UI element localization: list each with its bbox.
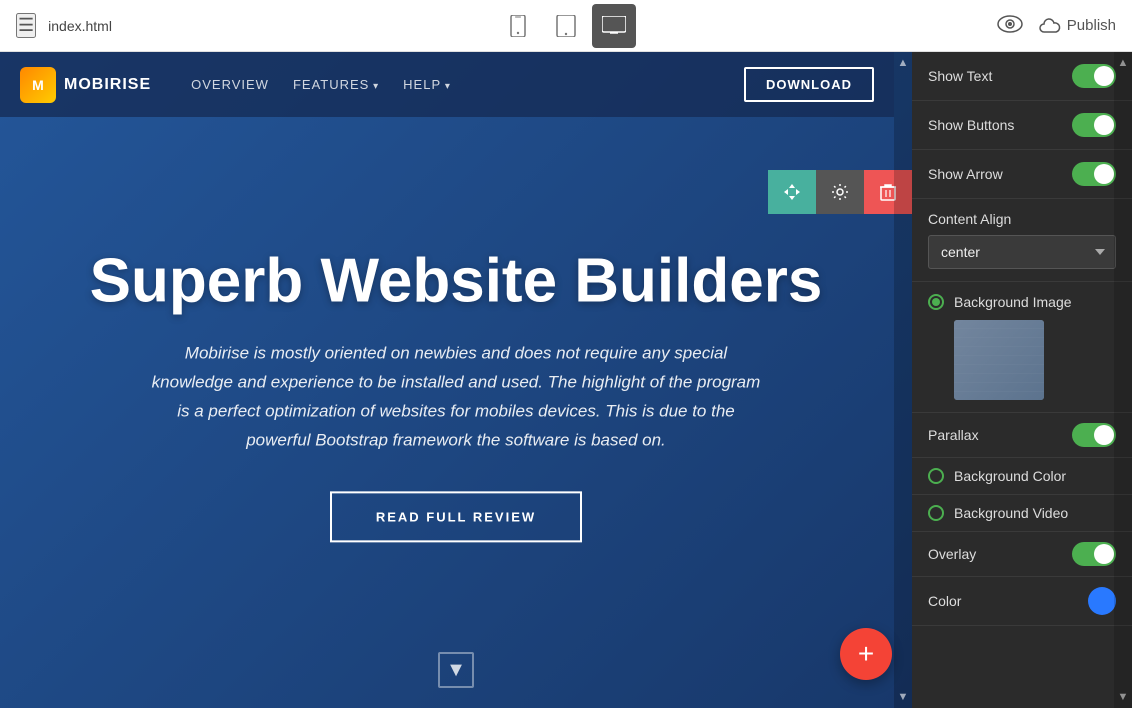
move-icon — [783, 183, 801, 201]
show-text-toggle-thumb — [1094, 66, 1114, 86]
background-video-row: Background Video — [912, 495, 1132, 532]
publish-label: Publish — [1067, 17, 1116, 34]
tablet-view-button[interactable] — [544, 4, 588, 48]
content-align-section: Content Align center left right — [912, 199, 1132, 282]
show-buttons-label: Show Buttons — [928, 117, 1014, 133]
sidebar-scroll-strip: ▲ ▼ — [1114, 52, 1132, 708]
hero-cta-button[interactable]: READ FULL REVIEW — [330, 491, 582, 542]
show-arrow-row: Show Arrow — [912, 150, 1132, 199]
nav-features: FEATURES — [293, 77, 379, 92]
parallax-toggle-track — [1072, 423, 1116, 447]
sidebar-panel: Show Text Show Buttons Show Arrow — [912, 52, 1132, 708]
overlay-row: Overlay — [912, 532, 1132, 577]
show-arrow-toggle[interactable] — [1072, 162, 1116, 186]
show-buttons-toggle-track — [1072, 113, 1116, 137]
scroll-down-indicator[interactable]: ▼ — [438, 652, 474, 688]
background-image-section: Background Image — [912, 282, 1132, 413]
overlay-toggle-track — [1072, 542, 1116, 566]
overlay-label: Overlay — [928, 546, 976, 562]
move-tool-button[interactable] — [768, 170, 816, 214]
mobile-icon — [509, 15, 527, 37]
show-buttons-row: Show Buttons — [912, 101, 1132, 150]
eye-icon — [997, 15, 1023, 33]
download-button[interactable]: DOWNLOAD — [744, 67, 874, 102]
show-arrow-toggle-track — [1072, 162, 1116, 186]
show-arrow-label: Show Arrow — [928, 166, 1003, 182]
canvas: M MOBIRISE OVERVIEW FEATURES HELP DOWNLO… — [0, 52, 912, 708]
color-row: Color — [912, 577, 1132, 626]
canvas-scroll-down-button[interactable]: ▼ — [894, 688, 912, 706]
topbar-left: ☰ index.html — [16, 13, 112, 38]
menu-button[interactable]: ☰ — [16, 13, 36, 38]
parallax-toggle-thumb — [1094, 425, 1114, 445]
hero-title: Superb Website Builders — [81, 247, 831, 315]
show-text-row: Show Text — [912, 52, 1132, 101]
mobile-view-button[interactable] — [496, 4, 540, 48]
gear-icon — [831, 183, 849, 201]
overlay-toggle[interactable] — [1072, 542, 1116, 566]
settings-tool-button[interactable] — [816, 170, 864, 214]
cloud-icon — [1039, 18, 1061, 34]
filename-label: index.html — [48, 18, 112, 34]
background-video-label: Background Video — [954, 505, 1068, 521]
preview-nav-right: DOWNLOAD — [744, 67, 874, 102]
topbar: ☰ index.html — [0, 0, 1132, 52]
preview-navigation: OVERVIEW FEATURES HELP — [191, 77, 451, 92]
preview-logo: M MOBIRISE — [20, 67, 151, 103]
content-align-label: Content Align — [928, 211, 1116, 227]
content-align-select[interactable]: center left right — [928, 235, 1116, 269]
background-video-radio[interactable] — [928, 505, 944, 521]
add-section-button[interactable]: + — [840, 628, 892, 680]
hero-text: Mobirise is mostly oriented on newbies a… — [146, 340, 766, 456]
publish-button[interactable]: Publish — [1039, 17, 1116, 34]
background-color-radio[interactable] — [928, 468, 944, 484]
parallax-label: Parallax — [928, 427, 979, 443]
show-text-label: Show Text — [928, 68, 992, 84]
background-image-label: Background Image — [954, 294, 1072, 310]
main-area: M MOBIRISE OVERVIEW FEATURES HELP DOWNLO… — [0, 52, 1132, 708]
parallax-toggle[interactable] — [1072, 423, 1116, 447]
canvas-scroll-strip: ▲ ▼ — [894, 52, 912, 708]
logo-text-label: MOBIRISE — [64, 76, 151, 94]
background-image-thumbnail[interactable] — [954, 320, 1044, 400]
parallax-row: Parallax — [912, 413, 1132, 458]
sidebar-scroll-down-button[interactable]: ▼ — [1114, 688, 1132, 706]
website-header-preview: M MOBIRISE OVERVIEW FEATURES HELP DOWNLO… — [0, 52, 894, 117]
hero-content: Superb Website Builders Mobirise is most… — [81, 247, 831, 542]
canvas-toolbar — [768, 170, 912, 214]
color-label: Color — [928, 593, 961, 609]
preview-button[interactable] — [997, 13, 1023, 39]
desktop-icon — [602, 16, 626, 36]
topbar-right: Publish — [997, 13, 1116, 39]
sidebar-scroll-up-button[interactable]: ▲ — [1114, 54, 1132, 72]
color-swatch[interactable] — [1088, 587, 1116, 615]
desktop-view-button[interactable] — [592, 4, 636, 48]
tablet-icon — [556, 15, 576, 37]
overlay-toggle-thumb — [1094, 544, 1114, 564]
nav-help: HELP — [403, 77, 451, 92]
show-arrow-toggle-thumb — [1094, 164, 1114, 184]
show-buttons-toggle-thumb — [1094, 115, 1114, 135]
background-color-row: Background Color — [912, 458, 1132, 495]
plus-icon: + — [858, 638, 874, 670]
background-image-radio[interactable] — [928, 294, 944, 310]
show-text-toggle-track — [1072, 64, 1116, 88]
show-buttons-toggle[interactable] — [1072, 113, 1116, 137]
nav-overview: OVERVIEW — [191, 77, 269, 92]
device-switcher — [496, 4, 636, 48]
logo-icon: M — [20, 67, 56, 103]
show-text-toggle[interactable] — [1072, 64, 1116, 88]
background-color-label: Background Color — [954, 468, 1066, 484]
background-image-thumb-inner — [954, 320, 1044, 400]
canvas-scroll-up-button[interactable]: ▲ — [894, 54, 912, 72]
background-image-row: Background Image — [928, 294, 1116, 310]
